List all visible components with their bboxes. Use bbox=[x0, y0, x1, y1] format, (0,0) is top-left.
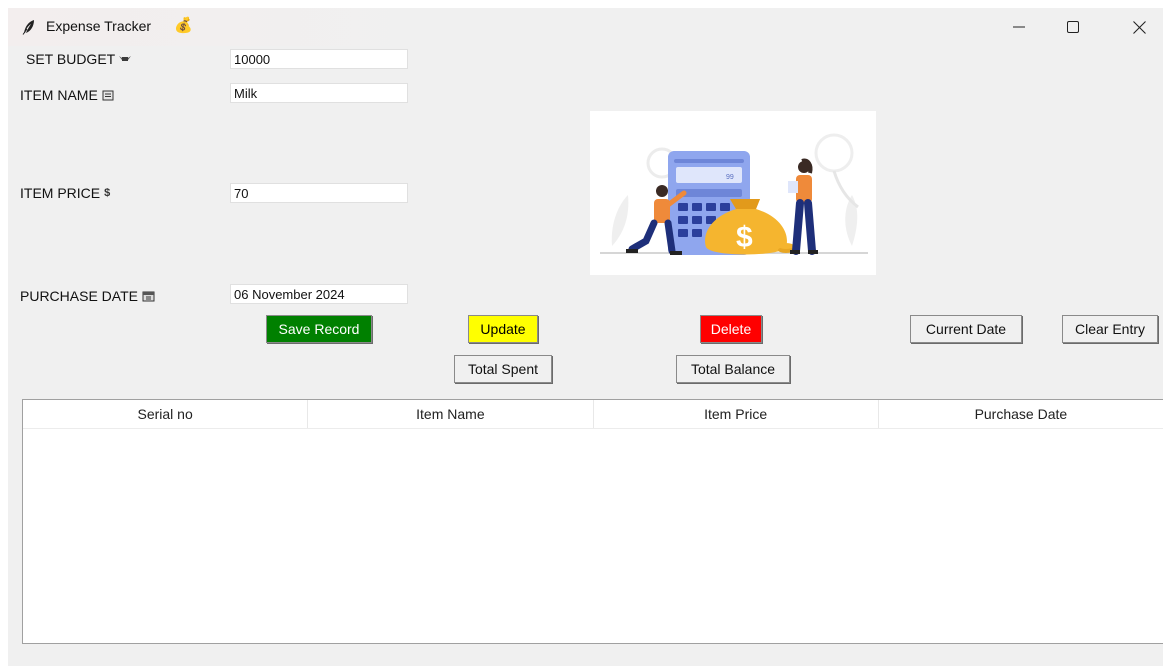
maximize-button[interactable] bbox=[1050, 8, 1096, 46]
budget-label-text: SET BUDGET bbox=[26, 51, 116, 67]
column-header-item-name[interactable]: Item Name bbox=[308, 400, 594, 428]
calculator-display-text: 99 bbox=[726, 174, 734, 181]
item-price-label: ITEM PRICE $ bbox=[20, 185, 110, 201]
table-header: Serial no Item Name Item Price Purchase … bbox=[23, 400, 1163, 429]
column-header-purchase-date[interactable]: Purchase Date bbox=[879, 400, 1163, 428]
delete-button[interactable]: Delete bbox=[700, 315, 762, 343]
budget-label: SET BUDGET bbox=[26, 51, 132, 67]
item-price-input[interactable] bbox=[230, 183, 408, 203]
column-header-serial-no[interactable]: Serial no bbox=[23, 400, 309, 428]
update-label: Update bbox=[480, 321, 526, 337]
minimize-button[interactable] bbox=[996, 8, 1042, 46]
budget-input[interactable] bbox=[230, 49, 408, 69]
leaf-decoration bbox=[611, 195, 629, 246]
purchase-date-label-text: PURCHASE DATE bbox=[20, 288, 138, 304]
money-wings-icon bbox=[119, 56, 132, 61]
notepad-icon bbox=[102, 90, 114, 100]
total-balance-label: Total Balance bbox=[690, 361, 776, 377]
dollar-symbol: $ bbox=[736, 221, 753, 254]
item-name-label: ITEM NAME bbox=[20, 87, 114, 103]
save-record-button[interactable]: Save Record bbox=[266, 315, 372, 343]
update-button[interactable]: Update bbox=[468, 315, 538, 343]
close-button[interactable] bbox=[1116, 8, 1162, 46]
item-name-input[interactable] bbox=[230, 83, 408, 103]
calendar-icon bbox=[142, 291, 155, 302]
maximize-icon bbox=[1067, 21, 1079, 33]
column-header-item-price[interactable]: Item Price bbox=[594, 400, 879, 428]
clear-entry-label: Clear Entry bbox=[1074, 321, 1146, 337]
dollar-icon: $ bbox=[104, 187, 111, 199]
total-balance-button[interactable]: Total Balance bbox=[676, 355, 790, 383]
app-window: Expense Tracker 💰 SET BUDGET ITEM NAME I… bbox=[8, 8, 1163, 666]
clear-entry-button[interactable]: Clear Entry bbox=[1062, 315, 1158, 343]
expense-illustration: 99 $ bbox=[590, 111, 876, 275]
purchase-date-input[interactable] bbox=[230, 284, 408, 304]
window-title: Expense Tracker bbox=[46, 18, 152, 34]
close-icon bbox=[1132, 20, 1146, 34]
delete-label: Delete bbox=[710, 321, 752, 337]
item-name-label-text: ITEM NAME bbox=[20, 87, 98, 103]
feather-icon bbox=[22, 20, 34, 35]
money-bag-icon: 💰 bbox=[174, 17, 193, 34]
current-date-label: Current Date bbox=[925, 321, 1007, 337]
expense-table[interactable]: Serial no Item Name Item Price Purchase … bbox=[22, 399, 1163, 644]
save-record-label: Save Record bbox=[278, 321, 360, 337]
purchase-date-label: PURCHASE DATE bbox=[20, 288, 155, 304]
person-left-head bbox=[656, 185, 668, 197]
total-spent-label: Total Spent bbox=[467, 361, 539, 377]
item-price-label-text: ITEM PRICE bbox=[20, 185, 101, 201]
title-bar: Expense Tracker 💰 bbox=[8, 8, 1163, 46]
minimize-icon bbox=[1013, 26, 1025, 28]
total-spent-button[interactable]: Total Spent bbox=[454, 355, 552, 383]
current-date-button[interactable]: Current Date bbox=[910, 315, 1022, 343]
finance-illustration: 99 $ bbox=[600, 133, 868, 255]
